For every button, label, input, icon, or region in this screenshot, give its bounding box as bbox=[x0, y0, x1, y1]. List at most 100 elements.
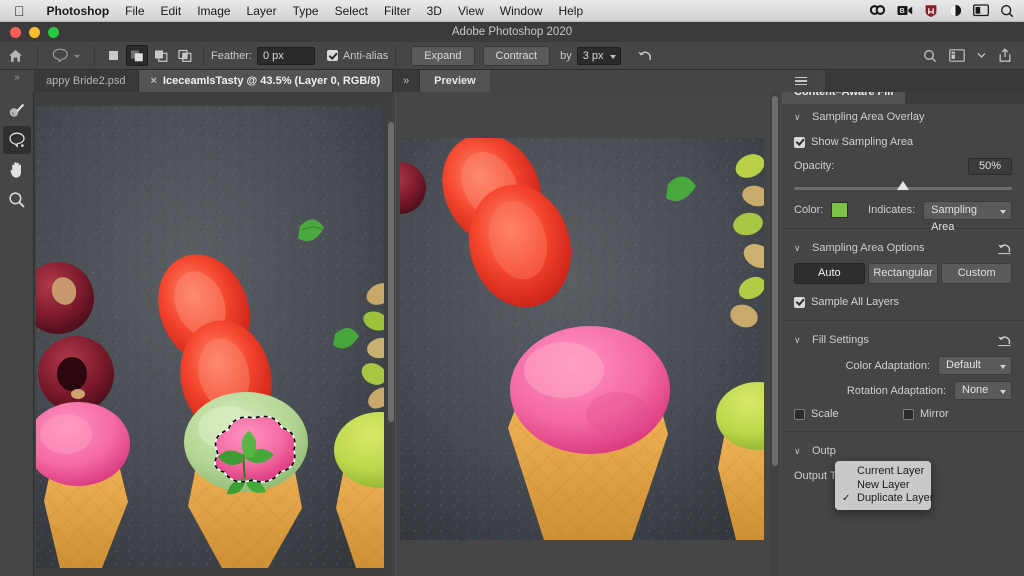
output-settings-title: Outp bbox=[812, 445, 836, 457]
sampling-options-header[interactable]: ∨ Sampling Area Options bbox=[794, 235, 1012, 261]
search-icon[interactable] bbox=[923, 49, 937, 63]
show-sampling-area-row[interactable]: Show Sampling Area bbox=[782, 130, 1024, 154]
document-tab-strip: » appy Bride2.psd × IceceamIsTasty @ 43.… bbox=[0, 70, 1024, 92]
preview-panel-tab[interactable]: Preview bbox=[420, 70, 490, 92]
divider bbox=[395, 46, 396, 66]
tab-overflow-button[interactable]: » bbox=[393, 70, 419, 92]
document-tab-icecream[interactable]: × IceceamIsTasty @ 43.5% (Layer 0, RGB/8… bbox=[139, 70, 394, 92]
menu-item-view[interactable]: View bbox=[450, 0, 492, 22]
menu-item-layer[interactable]: Layer bbox=[239, 0, 285, 22]
sampling-rectangular-button[interactable]: Rectangular bbox=[868, 263, 939, 284]
creative-cloud-icon[interactable] bbox=[869, 4, 886, 17]
sampling-auto-button[interactable]: Auto bbox=[794, 263, 865, 284]
by-label: by bbox=[560, 50, 572, 62]
show-sampling-area-checkbox[interactable] bbox=[794, 137, 805, 148]
sampling-overlay-header[interactable]: ∨ Sampling Area Overlay bbox=[794, 104, 1012, 130]
mirror-checkbox-row[interactable]: Mirror bbox=[903, 408, 1012, 420]
color-adaptation-dropdown[interactable]: Default bbox=[938, 356, 1012, 375]
indicates-dropdown[interactable]: Sampling Area bbox=[923, 201, 1012, 220]
spotlight-search-icon[interactable] bbox=[1000, 4, 1014, 18]
shield-icon[interactable] bbox=[924, 4, 938, 18]
menu-item-file[interactable]: File bbox=[117, 0, 152, 22]
scale-checkbox-row[interactable]: Scale bbox=[794, 408, 903, 420]
reset-icon[interactable] bbox=[997, 333, 1012, 347]
add-to-selection-icon[interactable] bbox=[126, 45, 148, 66]
opacity-slider[interactable] bbox=[794, 187, 1012, 190]
content-aware-fill-preview-area[interactable] bbox=[396, 92, 772, 576]
sample-all-layers-row[interactable]: Sample All Layers bbox=[782, 290, 1024, 314]
menu-item-3d[interactable]: 3D bbox=[419, 0, 450, 22]
document-tab-happy-bride[interactable]: appy Bride2.psd bbox=[34, 70, 139, 92]
preview-image[interactable] bbox=[400, 138, 764, 540]
menu-item-window[interactable]: Window bbox=[492, 0, 551, 22]
close-window-button[interactable] bbox=[10, 27, 21, 38]
chevron-down-icon[interactable]: ∨ bbox=[794, 446, 804, 457]
scrollbar-thumb[interactable] bbox=[388, 122, 394, 422]
preview-vertical-scrollbar[interactable] bbox=[770, 92, 779, 576]
brush-tool-icon[interactable] bbox=[3, 96, 31, 124]
subtract-from-selection-icon[interactable] bbox=[150, 45, 172, 66]
screen-record-icon[interactable]: B bbox=[897, 4, 913, 17]
chevron-down-icon[interactable]: ∨ bbox=[794, 112, 804, 123]
share-icon[interactable] bbox=[998, 48, 1012, 63]
by-amount-dropdown[interactable]: 3 px bbox=[577, 47, 621, 65]
output-to-label: Output T bbox=[794, 470, 837, 482]
screen-mirroring-icon[interactable] bbox=[973, 4, 989, 17]
rotation-adaptation-dropdown[interactable]: None bbox=[954, 381, 1012, 400]
undo-icon[interactable] bbox=[637, 48, 653, 63]
anti-alias-checkbox[interactable] bbox=[327, 50, 338, 61]
tool-preset-picker[interactable] bbox=[45, 47, 87, 64]
hand-tool-icon[interactable] bbox=[3, 156, 31, 184]
menu-item-filter[interactable]: Filter bbox=[376, 0, 419, 22]
document-image[interactable] bbox=[36, 106, 384, 568]
menu-item-select[interactable]: Select bbox=[327, 0, 376, 22]
document-canvas-area[interactable] bbox=[34, 92, 386, 576]
anti-alias-checkbox-row[interactable]: Anti-alias bbox=[327, 50, 388, 62]
menu-option-duplicate-layer[interactable]: ✓ Duplicate Layer bbox=[835, 492, 931, 506]
scrollbar-thumb[interactable] bbox=[772, 96, 778, 466]
menu-item-type[interactable]: Type bbox=[285, 0, 327, 22]
menu-item-photoshop[interactable]: Photoshop bbox=[39, 0, 118, 22]
preview-tab-strip: Preview bbox=[419, 70, 815, 92]
sample-all-layers-label: Sample All Layers bbox=[811, 296, 899, 308]
section-fill-settings: ∨ Fill Settings bbox=[782, 327, 1024, 353]
minimize-window-button[interactable] bbox=[29, 27, 40, 38]
chevron-down-icon[interactable] bbox=[977, 52, 986, 59]
close-tab-icon[interactable]: × bbox=[151, 75, 157, 87]
icecream-photo-main bbox=[36, 106, 384, 568]
apple-logo-icon[interactable]:  bbox=[14, 4, 25, 18]
maximize-window-button[interactable] bbox=[48, 27, 59, 38]
sampling-custom-button[interactable]: Custom bbox=[941, 263, 1012, 284]
fill-settings-header[interactable]: ∨ Fill Settings bbox=[794, 327, 1012, 353]
feather-input[interactable]: 0 px bbox=[257, 47, 315, 65]
chevron-down-icon[interactable]: ∨ bbox=[794, 335, 804, 346]
sample-all-layers-checkbox[interactable] bbox=[794, 297, 805, 308]
panel-menu-icon[interactable] bbox=[795, 75, 807, 88]
output-to-dropdown-menu[interactable]: Current Layer New Layer ✓ Duplicate Laye… bbox=[835, 461, 931, 510]
mirror-checkbox[interactable] bbox=[903, 409, 914, 420]
menu-item-edit[interactable]: Edit bbox=[153, 0, 190, 22]
intersect-with-selection-icon[interactable] bbox=[174, 45, 196, 66]
lasso-tool-icon[interactable] bbox=[3, 126, 31, 154]
display-contrast-icon[interactable] bbox=[949, 4, 962, 17]
scale-checkbox[interactable] bbox=[794, 409, 805, 420]
home-icon[interactable] bbox=[0, 49, 30, 63]
new-selection-icon[interactable] bbox=[102, 45, 124, 66]
workspace-icon[interactable] bbox=[949, 49, 965, 62]
menu-option-current-layer[interactable]: Current Layer bbox=[835, 465, 931, 479]
zoom-tool-icon[interactable] bbox=[3, 186, 31, 214]
opacity-input[interactable]: 50% bbox=[968, 158, 1012, 175]
menu-item-help[interactable]: Help bbox=[550, 0, 591, 22]
reset-icon[interactable] bbox=[997, 241, 1012, 255]
menu-option-new-layer[interactable]: New Layer bbox=[835, 479, 931, 493]
chevron-down-icon[interactable]: ∨ bbox=[794, 243, 804, 254]
toolbar-expand-toggle[interactable]: » bbox=[0, 70, 34, 92]
show-sampling-area-checkbox-row[interactable]: Show Sampling Area bbox=[794, 136, 913, 148]
document-vertical-scrollbar[interactable] bbox=[386, 92, 395, 576]
menu-item-image[interactable]: Image bbox=[189, 0, 238, 22]
contract-button[interactable]: Contract bbox=[483, 46, 551, 66]
opacity-slider-handle[interactable] bbox=[897, 181, 909, 190]
expand-button[interactable]: Expand bbox=[411, 46, 474, 66]
sample-all-layers-checkbox-row[interactable]: Sample All Layers bbox=[794, 296, 899, 308]
overlay-color-swatch[interactable] bbox=[831, 202, 848, 218]
